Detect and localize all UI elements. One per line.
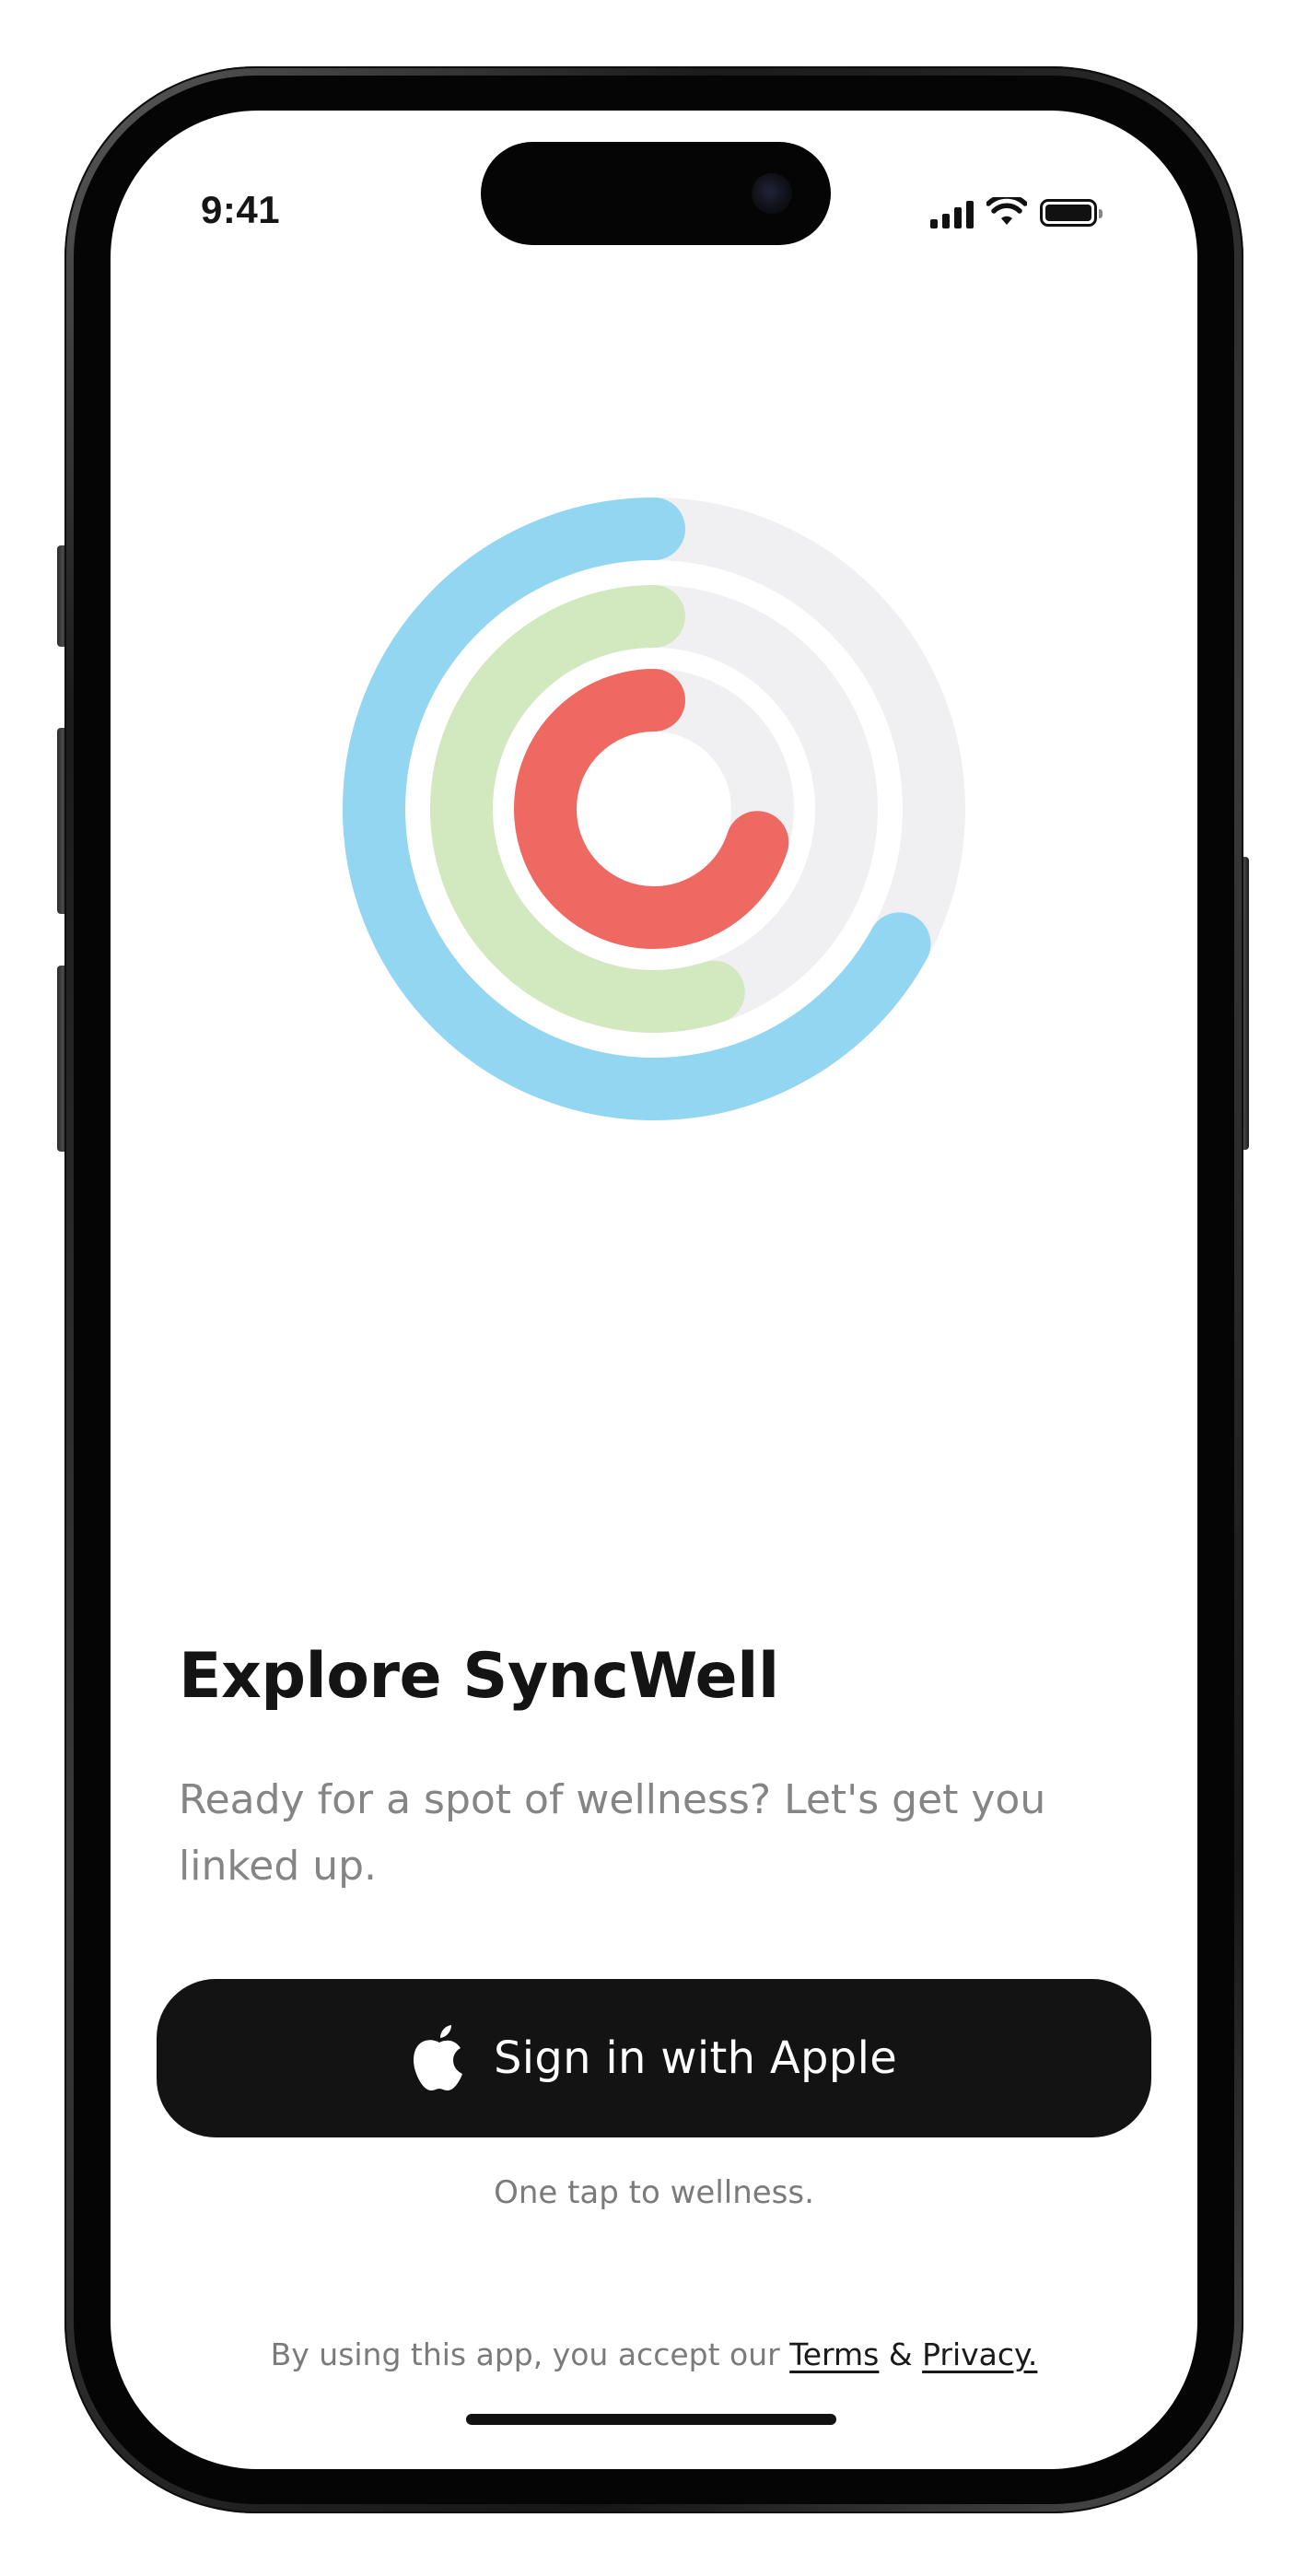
- status-icons: [930, 192, 1103, 228]
- page-title: Explore SyncWell: [179, 1640, 779, 1713]
- wifi-icon: [986, 197, 1027, 225]
- activity-rings-icon: [343, 498, 965, 1120]
- sign-in-button-label: Sign in with Apple: [493, 2032, 898, 2084]
- legal-notice: By using this app, you accept our Terms …: [111, 2336, 1197, 2372]
- page-subtitle: Ready for a spot of wellness? Let's get …: [179, 1776, 1046, 1890]
- phone-mockup: 9:41 Explore SyncWell Ready for a spot o…: [0, 0, 1307, 2576]
- phone-frame: 9:41 Explore SyncWell Ready for a spot o…: [64, 66, 1243, 2513]
- apple-logo-icon: [413, 2025, 462, 2090]
- legal-prefix: By using this app, you accept our: [270, 2336, 790, 2372]
- privacy-link[interactable]: Privacy.: [922, 2336, 1037, 2372]
- home-indicator[interactable]: [466, 2414, 836, 2425]
- terms-link[interactable]: Terms: [789, 2336, 879, 2372]
- app-screen: 9:41 Explore SyncWell Ready for a spot o…: [111, 111, 1197, 2469]
- sign-in-tagline: One tap to wellness.: [494, 2174, 814, 2211]
- front-camera-icon: [752, 173, 792, 214]
- cellular-signal-icon: [930, 199, 974, 228]
- status-time: 9:41: [201, 188, 281, 231]
- dynamic-island: [481, 142, 831, 245]
- legal-joiner: &: [879, 2336, 923, 2372]
- sign-in-with-apple-button[interactable]: Sign in with Apple: [157, 1979, 1151, 2137]
- battery-icon: [1040, 199, 1103, 227]
